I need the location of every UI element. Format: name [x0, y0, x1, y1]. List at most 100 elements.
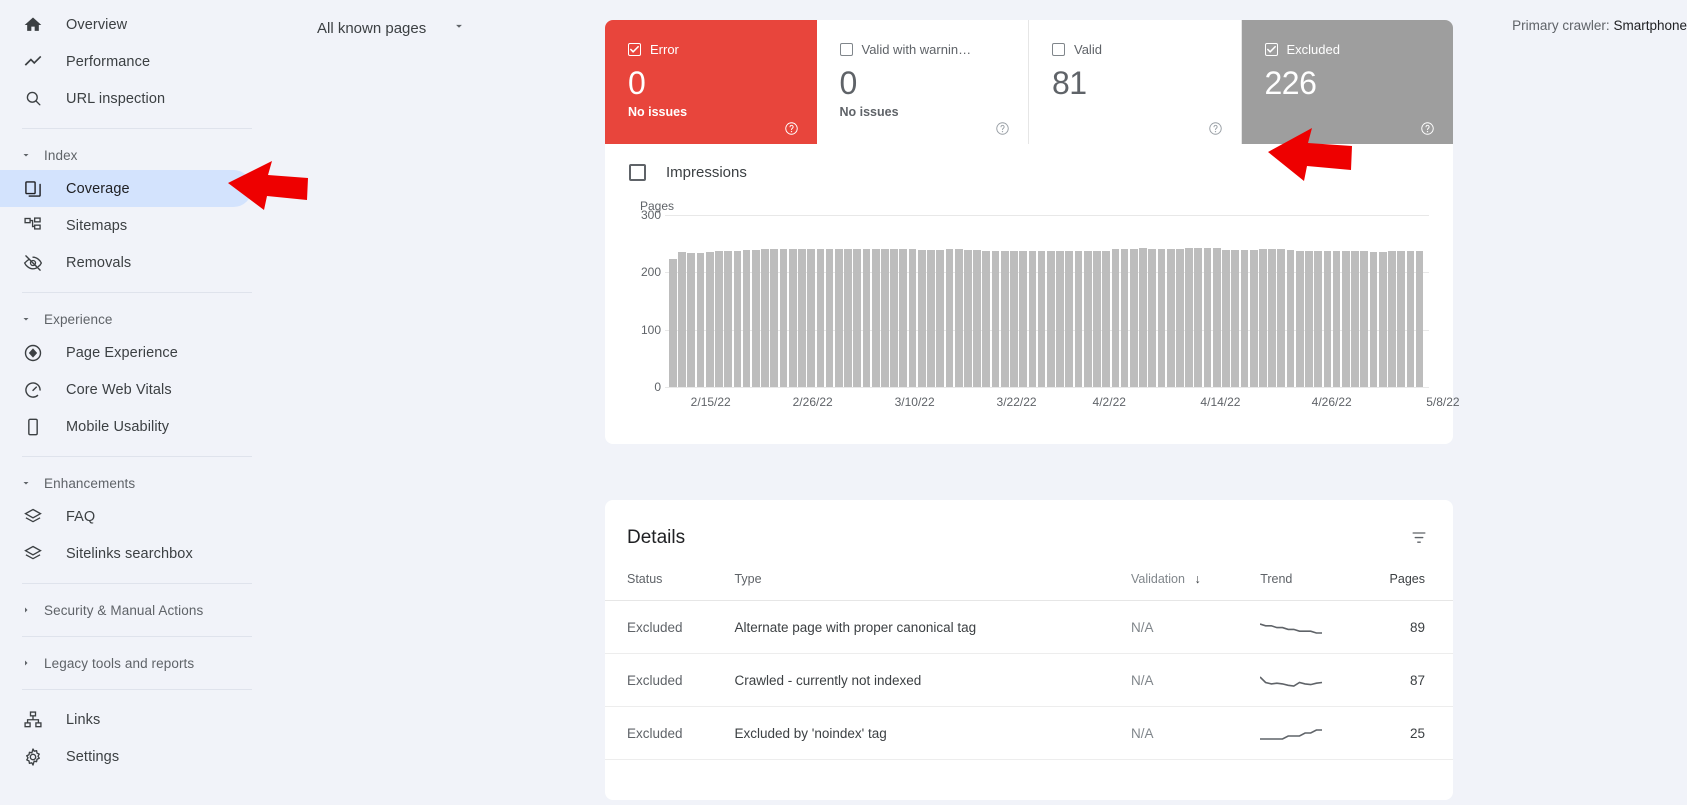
table-row[interactable]: Excluded Alternate page with proper canon… — [605, 600, 1453, 654]
sidebar-group-security-manual-actions[interactable]: Security & Manual Actions — [0, 595, 300, 625]
status-card-valid[interactable]: Valid 81 — [1029, 20, 1242, 144]
chart-bar[interactable] — [991, 250, 1000, 387]
chart-bar[interactable] — [669, 258, 677, 387]
sidebar-item-links[interactable]: Links — [0, 701, 252, 738]
sidebar-item-settings[interactable]: Settings — [0, 738, 252, 775]
chart-bar[interactable] — [1019, 251, 1028, 387]
chart-bar[interactable] — [1074, 251, 1083, 387]
cell-type[interactable]: Crawled - currently not indexed — [734, 653, 1131, 707]
chart-bar[interactable] — [1120, 248, 1129, 387]
sidebar-item-page-experience[interactable]: Page Experience — [0, 334, 252, 371]
status-card-error[interactable]: Error 0 No issues — [605, 20, 817, 144]
chart-bar[interactable] — [1231, 249, 1240, 387]
chart-bar[interactable] — [1369, 251, 1378, 387]
impressions-checkbox[interactable] — [629, 164, 646, 181]
chart-bar[interactable] — [1148, 249, 1157, 387]
sidebar-group-experience[interactable]: Experience — [0, 304, 300, 334]
chart-bar[interactable] — [1295, 250, 1304, 387]
chart-bar[interactable] — [1314, 250, 1323, 387]
column-header-trend[interactable]: Trend — [1260, 556, 1390, 601]
chart-bar[interactable] — [1028, 251, 1037, 387]
chart-bar[interactable] — [1351, 251, 1359, 387]
chart-bar[interactable] — [825, 248, 834, 387]
cell-type[interactable]: Excluded by 'noindex' tag — [734, 706, 1131, 760]
chart-bar[interactable] — [982, 250, 991, 387]
chart-bar[interactable] — [1397, 251, 1405, 387]
help-circle-icon[interactable] — [1420, 121, 1435, 136]
page-scope-selector[interactable]: All known pages — [317, 19, 466, 38]
chart-bar[interactable] — [1360, 251, 1369, 387]
chart-bar[interactable] — [770, 249, 779, 387]
sidebar-group-legacy-tools-and-reports[interactable]: Legacy tools and reports — [0, 648, 300, 678]
status-card-checkbox[interactable] — [839, 43, 853, 56]
column-header-status[interactable]: Status — [605, 556, 735, 601]
chart-bar[interactable] — [1065, 250, 1074, 387]
sidebar-group-enhancements[interactable]: Enhancements — [0, 468, 300, 498]
chart-bar[interactable] — [954, 249, 963, 387]
chart-bar[interactable] — [862, 249, 871, 387]
chart-bar[interactable] — [1259, 249, 1267, 387]
chart-bar[interactable] — [853, 248, 862, 387]
chart-bar[interactable] — [678, 252, 686, 387]
status-card-checkbox[interactable] — [1264, 43, 1278, 56]
chart-bar[interactable] — [807, 249, 815, 387]
chart-bar[interactable] — [761, 249, 769, 387]
chart-bar[interactable] — [1157, 249, 1166, 387]
chart-bar[interactable] — [1203, 248, 1212, 387]
chart-bar[interactable] — [1240, 249, 1249, 387]
chart-bar[interactable] — [927, 249, 935, 387]
help-circle-icon[interactable] — [995, 121, 1010, 136]
sidebar-group-index[interactable]: Index — [0, 140, 300, 170]
column-header-pages[interactable]: Pages — [1389, 556, 1453, 601]
sidebar-item-faq[interactable]: FAQ — [0, 498, 252, 535]
status-card-checkbox[interactable] — [1052, 43, 1065, 56]
chart-bar[interactable] — [1194, 248, 1203, 387]
sidebar-item-removals[interactable]: Removals — [0, 244, 252, 281]
chart-bar[interactable] — [1249, 249, 1258, 387]
chart-bar[interactable] — [1129, 248, 1138, 387]
filter-list-icon[interactable] — [1409, 528, 1429, 548]
chart-bar[interactable] — [936, 249, 945, 387]
chart-bar[interactable] — [798, 248, 806, 387]
table-row[interactable]: Excluded Crawled - currently not indexed N… — [605, 653, 1453, 707]
chart-bar[interactable] — [1268, 249, 1276, 387]
cell-type[interactable]: Alternate page with proper canonical tag — [734, 600, 1131, 654]
coverage-bar-chart[interactable]: 0 100 200 300 — [629, 208, 1429, 394]
chart-bar[interactable] — [1176, 249, 1184, 387]
chart-bar[interactable] — [1056, 250, 1064, 387]
chart-bar[interactable] — [816, 249, 825, 387]
chart-bar[interactable] — [705, 252, 714, 387]
chart-bar[interactable] — [1415, 250, 1424, 387]
chart-bar[interactable] — [1406, 251, 1415, 387]
chart-bar[interactable] — [1341, 250, 1350, 387]
sidebar-item-core-web-vitals[interactable]: Core Web Vitals — [0, 371, 252, 408]
help-circle-icon[interactable] — [784, 121, 799, 136]
chart-bar[interactable] — [844, 248, 852, 387]
chart-bar[interactable] — [788, 248, 797, 387]
chart-bar[interactable] — [908, 249, 917, 387]
chart-bar[interactable] — [973, 249, 981, 387]
chart-bar[interactable] — [890, 249, 898, 387]
chart-bar[interactable] — [1000, 250, 1009, 387]
chart-bar[interactable] — [751, 249, 760, 387]
chart-bar[interactable] — [715, 250, 723, 387]
column-header-type[interactable]: Type — [734, 556, 1131, 601]
chart-bar[interactable] — [1010, 250, 1018, 387]
sidebar-item-coverage[interactable]: Coverage — [0, 170, 252, 207]
chart-bar[interactable] — [917, 249, 926, 387]
chart-bar[interactable] — [1046, 250, 1055, 387]
chart-bar[interactable] — [945, 249, 954, 387]
status-card-valid-with-warnin-[interactable]: Valid with warnin… 0 No issues — [817, 20, 1029, 144]
sidebar-item-sitelinks-searchbox[interactable]: Sitelinks searchbox — [0, 535, 252, 572]
chart-bar[interactable] — [1212, 247, 1221, 387]
status-card-checkbox[interactable] — [628, 43, 641, 56]
chart-bar[interactable] — [724, 250, 733, 387]
chart-bar[interactable] — [1166, 249, 1175, 387]
sidebar-item-url-inspection[interactable]: URL inspection — [0, 80, 252, 117]
sidebar-item-performance[interactable]: Performance — [0, 43, 252, 80]
chart-bar[interactable] — [1139, 248, 1147, 387]
chart-bar[interactable] — [964, 249, 972, 387]
chart-bar[interactable] — [1111, 248, 1120, 387]
chart-bar[interactable] — [687, 252, 696, 387]
chart-bar[interactable] — [834, 248, 843, 387]
